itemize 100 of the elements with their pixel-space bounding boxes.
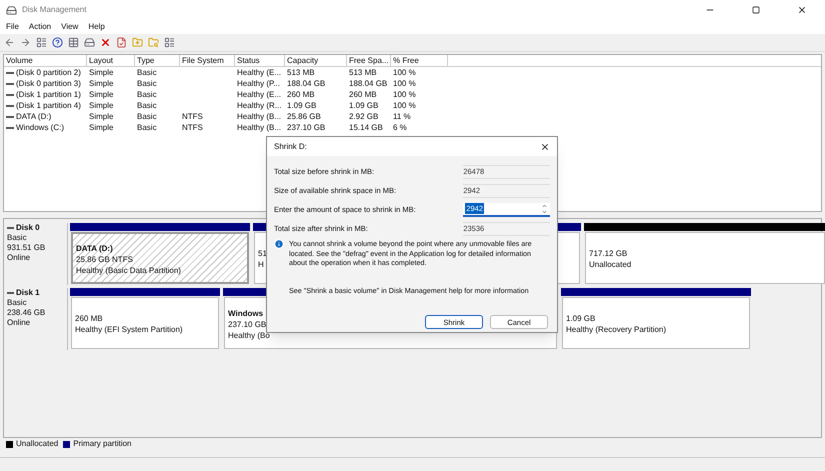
table-cell: Healthy (B... xyxy=(237,110,282,122)
back-icon[interactable] xyxy=(4,37,15,48)
table-cell: (Disk 1 partition 4) xyxy=(16,100,81,112)
table-cell: 260 MB xyxy=(287,88,315,100)
table-cell: 188.04 GB xyxy=(287,78,326,90)
disk-name: Disk 0 xyxy=(16,223,40,233)
delete-icon[interactable] xyxy=(100,37,111,48)
partition-status: Healthy (Bo xyxy=(228,330,270,340)
table-cell: 11 % xyxy=(393,110,411,122)
table-cell: (Disk 0 partition 2) xyxy=(16,66,81,78)
partition-status: H xyxy=(258,259,264,270)
partition-status: Healthy (EFI System Partition) xyxy=(75,324,183,335)
table-cell: 6 % xyxy=(393,122,407,134)
partition-size: 237.10 GB xyxy=(228,318,266,330)
list-icon[interactable] xyxy=(164,37,175,48)
check-file-icon[interactable] xyxy=(116,37,127,48)
table-cell: (Disk 0 partition 3) xyxy=(16,78,81,90)
menu-item[interactable]: View xyxy=(58,21,82,33)
table-cell: Basic xyxy=(137,100,157,112)
table-cell: Basic xyxy=(137,78,157,90)
disk-status: Online xyxy=(7,318,32,328)
table-cell: Simple xyxy=(89,88,114,100)
console-icon[interactable] xyxy=(36,37,47,48)
partition-block[interactable]: 1.09 GB Healthy (Recovery Partition) xyxy=(562,297,750,349)
disk-status: Online xyxy=(7,253,32,263)
column-header[interactable]: Capacity xyxy=(285,55,347,66)
table-cell: NTFS xyxy=(182,110,203,122)
table-cell: NTFS xyxy=(182,122,203,134)
table-cell: Healthy (B... xyxy=(237,122,282,134)
partition-name: Windows xyxy=(228,308,264,318)
partition-status: Healthy (Recovery Partition) xyxy=(566,324,666,335)
partition-block[interactable]: 717.12 GB Unallocated xyxy=(585,232,825,284)
partition-size: 25.86 GB NTFS xyxy=(76,254,133,264)
disk-label[interactable]: Disk 0 Basic 931.51 GB Online xyxy=(4,223,68,285)
column-header[interactable]: Free Spa... xyxy=(347,55,391,66)
table-cell: 237.10 GB xyxy=(287,122,326,134)
column-header[interactable]: Layout xyxy=(87,55,135,66)
table-cell: Basic xyxy=(137,122,157,134)
window-title: Disk Management xyxy=(22,4,86,16)
table-cell: Healthy (R... xyxy=(237,100,282,112)
partition-size: 260 MB xyxy=(75,313,103,324)
table-cell: Simple xyxy=(89,100,114,112)
table-cell: Basic xyxy=(137,88,157,100)
table-icon[interactable] xyxy=(68,37,79,48)
spin-up-icon xyxy=(541,202,548,208)
table-cell: 1.09 GB xyxy=(287,100,316,112)
table-cell: Simple xyxy=(89,78,114,90)
partition-block[interactable]: DATA (D:) 25.86 GB NTFS Healthy (Basic Data Partition) xyxy=(71,232,249,284)
table-cell: 2.92 GB xyxy=(349,110,378,122)
table-cell: 25.86 GB xyxy=(287,110,321,122)
partition-block[interactable]: 260 MB Healthy (EFI System Partition) xyxy=(71,297,219,349)
forward-icon[interactable] xyxy=(20,37,31,48)
info-icon xyxy=(274,239,284,249)
table-cell: Healthy (E... xyxy=(237,88,282,100)
disk-name: Disk 1 xyxy=(16,288,40,298)
table-cell: (Disk 1 partition 1) xyxy=(16,88,81,100)
menu-item[interactable]: Help xyxy=(85,21,108,33)
legend-label: Unallocated xyxy=(16,438,58,450)
table-cell: 188.04 GB xyxy=(349,78,388,90)
menu-item[interactable]: File xyxy=(3,21,22,33)
partition-name: DATA (D:) xyxy=(76,242,113,254)
disk-label[interactable]: Disk 1 Basic 238.46 GB Online xyxy=(4,288,68,350)
menu-item[interactable]: Action xyxy=(26,21,54,33)
column-header[interactable]: File System xyxy=(180,55,235,66)
disk-size: 931.51 GB xyxy=(7,243,46,253)
disk-size: 238.46 GB xyxy=(7,308,46,318)
close-icon xyxy=(540,142,550,152)
table-cell: Healthy (E... xyxy=(237,66,282,78)
close-icon xyxy=(797,5,807,15)
table-cell: 513 MB xyxy=(349,66,377,78)
legend-label: Primary partition xyxy=(73,438,132,450)
table-cell: 100 % xyxy=(393,100,416,112)
column-header[interactable]: Volume xyxy=(4,55,87,66)
help-icon[interactable] xyxy=(52,37,63,48)
spin-down-icon xyxy=(541,208,548,214)
column-header[interactable]: Status xyxy=(235,55,285,66)
table-cell: 15.14 GB xyxy=(349,122,383,134)
table-cell: Simple xyxy=(89,66,114,78)
partition-size: 717.12 GB xyxy=(589,248,628,259)
disk-type: Basic xyxy=(7,298,28,308)
table-cell: Simple xyxy=(89,122,114,134)
drive-icon[interactable] xyxy=(84,37,95,48)
table-cell: 100 % xyxy=(393,88,416,100)
table-cell: 100 % xyxy=(393,66,416,78)
dialog-title: Shrink D: xyxy=(274,140,307,152)
table-cell: Healthy (P... xyxy=(237,78,280,90)
table-cell: Windows (C:) xyxy=(16,122,64,134)
partition-size: 1.09 GB xyxy=(566,313,596,324)
table-cell: 1.09 GB xyxy=(349,100,378,112)
table-cell: 513 MB xyxy=(287,66,315,78)
maximize-icon xyxy=(752,6,760,14)
table-cell: Basic xyxy=(137,110,157,122)
table-cell: 100 % xyxy=(393,78,416,90)
table-cell: Simple xyxy=(89,110,114,122)
column-header[interactable]: Type xyxy=(135,55,180,66)
table-cell: Basic xyxy=(137,66,157,78)
partition-status: Unallocated xyxy=(589,259,632,270)
disk-type: Basic xyxy=(7,233,28,243)
column-header[interactable]: % Free xyxy=(391,55,448,66)
partition-size: 51 xyxy=(258,248,267,259)
